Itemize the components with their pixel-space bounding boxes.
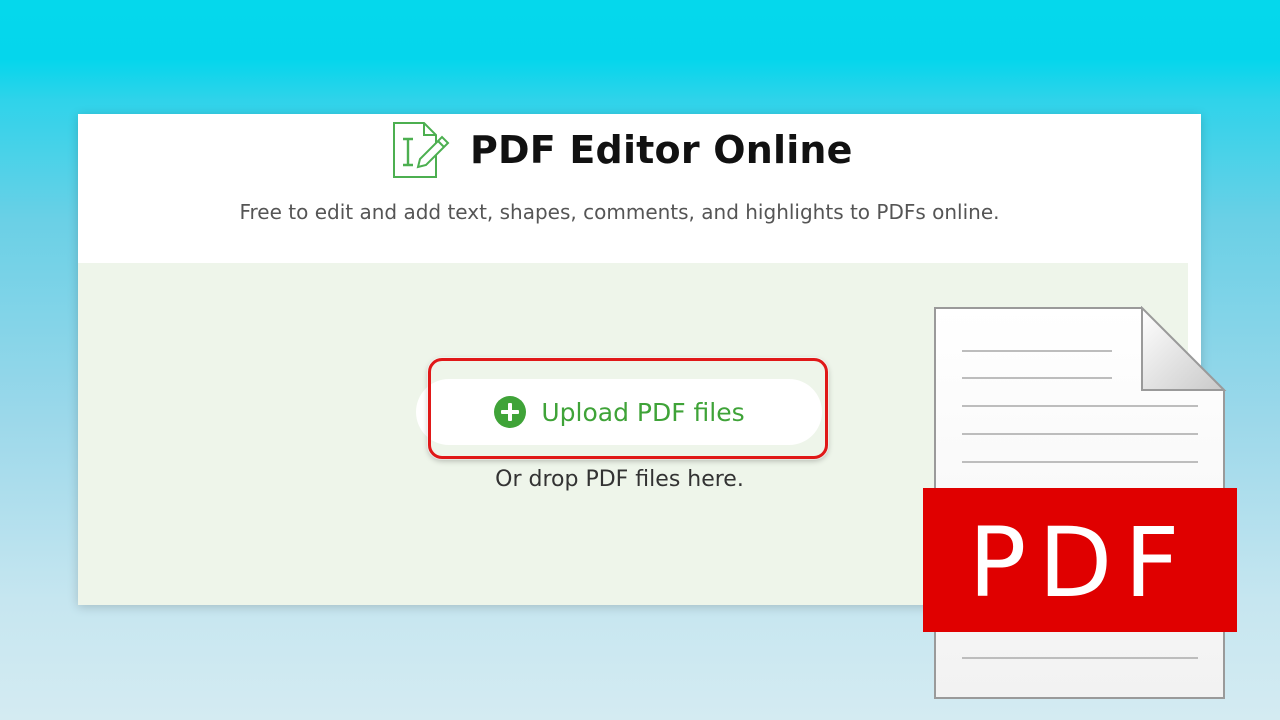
page-header: PDF Editor Online Free to edit and add t… [78, 114, 1201, 263]
upload-button-label: Upload PDF files [541, 397, 745, 427]
page-title: PDF Editor Online [470, 128, 853, 172]
pdf-file-icon: PDF [923, 306, 1237, 699]
title-row: PDF Editor Online [390, 117, 853, 183]
pdf-label: PDF [968, 507, 1191, 619]
edit-document-icon [393, 122, 450, 178]
page-subtitle: Free to edit and add text, shapes, comme… [239, 200, 1000, 224]
upload-pdf-button[interactable]: Upload PDF files [416, 379, 822, 445]
plus-circle-icon [494, 396, 527, 428]
